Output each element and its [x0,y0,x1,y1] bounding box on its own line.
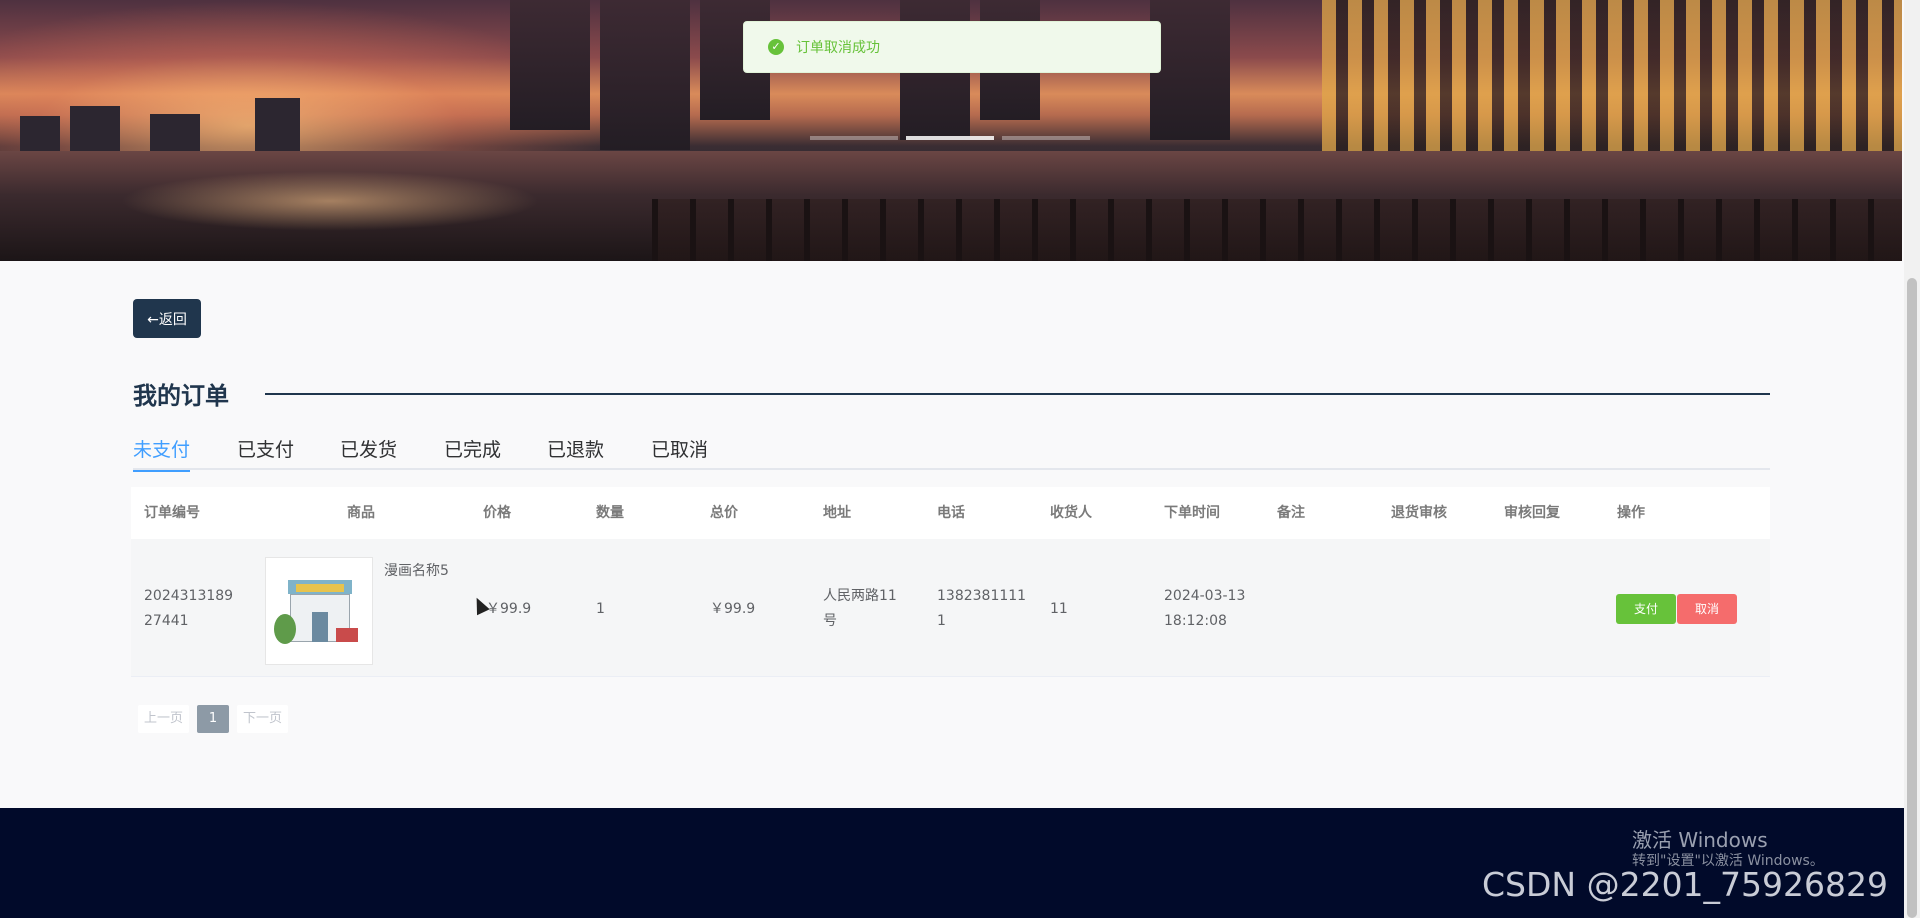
col-header: 总价 [710,505,738,521]
carousel-dot[interactable] [906,136,994,140]
address-line: 人民两路11 [823,588,897,604]
success-toast: ✓ 订单取消成功 [743,21,1161,73]
page-scrollbar[interactable] [1904,0,1920,918]
order-status-tabs: 未支付 已支付 已发货 已完成 已退款 已取消 [133,436,1770,472]
next-page-button[interactable]: 下一页 [237,705,289,733]
carousel-dot[interactable] [1002,136,1090,140]
col-header: 价格 [483,505,511,521]
thumb-awning [336,628,358,642]
col-header: 退货审核 [1391,505,1447,521]
phone-line: 1382381111 [937,588,1027,604]
banner-tower [510,0,590,130]
csdn-watermark: CSDN @2201_75926829 [1482,865,1889,904]
col-header: 操作 [1617,505,1645,521]
banner-building [255,98,300,156]
tab-paid[interactable]: 已支付 [237,436,294,470]
banner-tower [1150,0,1230,140]
windows-activation-title: 激活 Windows [1632,828,1768,852]
tab-shipped[interactable]: 已发货 [340,436,397,470]
thumb-sign [296,584,344,592]
carousel-indicators [810,136,1090,140]
table-row: 2024313189 27441 漫画名称5 ￥99.9 1 ￥99.9 人民两… [131,539,1770,677]
col-header: 商品 [347,505,375,521]
tab-cancelled[interactable]: 已取消 [651,436,708,470]
order-number: 2024313189 27441 [144,584,233,634]
back-button[interactable]: ←返回 [133,299,201,338]
banner-water-glow [120,171,540,231]
address: 人民两路11 号 [823,584,897,634]
col-header: 电话 [937,505,965,521]
cancel-order-button[interactable]: 取消 [1677,594,1737,624]
check-circle-icon: ✓ [768,39,784,55]
banner-building [20,116,60,156]
phone-line: 1 [937,613,946,629]
pagination: 上一页 1 下一页 [138,705,289,733]
col-header: 订单编号 [144,505,200,521]
order-time-line: 18:12:08 [1164,613,1227,629]
tab-refunded[interactable]: 已退款 [547,436,604,470]
toast-message: 订单取消成功 [796,40,880,56]
col-header: 下单时间 [1164,505,1220,521]
pay-button[interactable]: 支付 [1616,594,1676,624]
col-header: 审核回复 [1504,505,1560,521]
prev-page-button[interactable]: 上一页 [138,705,190,733]
page-number-current[interactable]: 1 [197,705,230,733]
col-header: 收货人 [1050,505,1092,521]
page-title: 我的订单 [133,382,229,410]
total-price: ￥99.9 [710,601,756,617]
order-number-line: 27441 [144,613,189,629]
product-name: 漫画名称5 [384,563,449,579]
receiver: 11 [1050,601,1068,617]
banner-building [150,114,200,156]
scrollbar-thumb[interactable] [1907,278,1917,918]
tab-completed[interactable]: 已完成 [444,436,501,470]
thumb-door [312,612,328,642]
carousel-dot[interactable] [810,136,898,140]
order-number-line: 2024313189 [144,588,234,604]
col-header: 地址 [823,505,851,521]
col-header: 数量 [596,505,624,521]
phone: 1382381111 1 [937,584,1026,634]
address-line: 号 [823,613,837,629]
product-thumbnail[interactable] [265,557,373,665]
orders-table: 订单编号 商品 价格 数量 总价 地址 电话 收货人 下单时间 备注 退货审核 … [131,487,1770,677]
table-header: 订单编号 商品 价格 数量 总价 地址 电话 收货人 下单时间 备注 退货审核 … [131,487,1770,539]
banner-building [70,106,120,156]
tab-unpaid[interactable]: 未支付 [133,436,191,472]
quantity: 1 [596,601,605,617]
thumb-tree [274,614,296,644]
banner-tower [600,0,690,150]
order-time-line: 2024-03-13 [1164,588,1246,604]
title-divider [265,393,1770,395]
banner-railing [652,199,1902,261]
order-time: 2024-03-13 18:12:08 [1164,584,1245,634]
col-header: 备注 [1277,505,1305,521]
price: ￥99.9 [486,601,532,617]
